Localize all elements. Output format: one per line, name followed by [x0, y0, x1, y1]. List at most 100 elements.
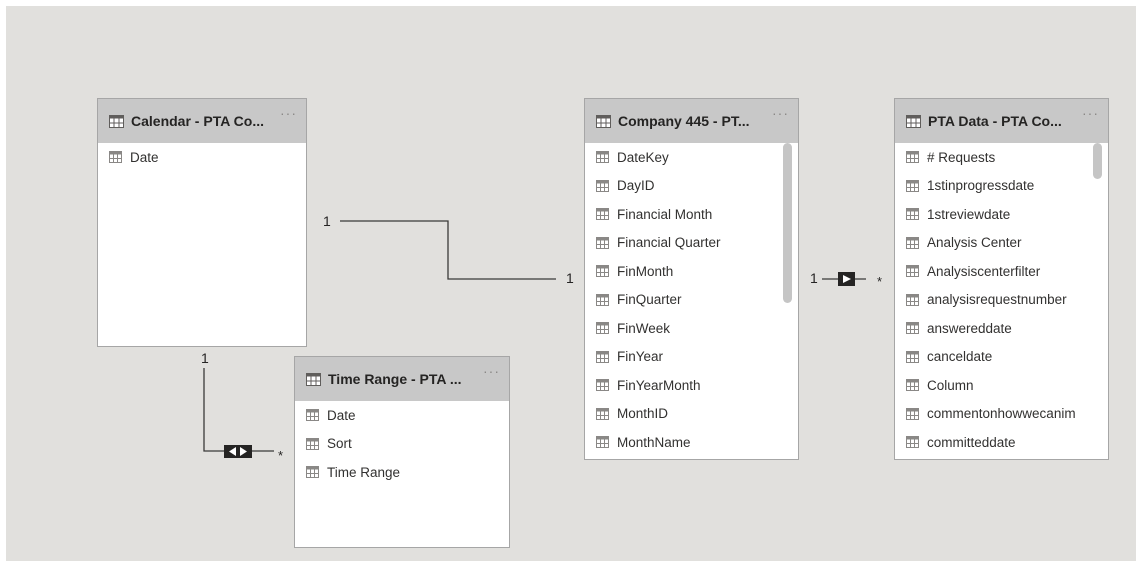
field-row[interactable]: answereddate — [895, 314, 1108, 343]
field-label: 1streviewdate — [927, 206, 1011, 222]
table-card-time-range[interactable]: Time Range - PTA ... ··· Date Sort Time Ra… — [294, 356, 510, 548]
field-icon — [596, 208, 609, 221]
field-label: committeddate — [927, 434, 1016, 450]
field-icon — [306, 466, 319, 479]
field-row[interactable]: Financial Quarter — [585, 229, 798, 258]
field-icon — [906, 179, 919, 192]
table-header[interactable]: PTA Data - PTA Co... ··· — [895, 99, 1108, 143]
field-icon — [596, 179, 609, 192]
cardinality-label: 1 — [201, 350, 209, 366]
table-icon — [109, 114, 124, 128]
field-icon — [906, 379, 919, 392]
table-card-calendar[interactable]: Calendar - PTA Co... ··· Date — [97, 98, 307, 347]
field-row[interactable]: # Requests — [895, 143, 1108, 172]
cardinality-label: 1 — [323, 213, 331, 229]
field-label: MonthName — [617, 434, 691, 450]
field-icon — [306, 437, 319, 450]
field-icon — [596, 379, 609, 392]
scrollbar-thumb[interactable] — [1093, 143, 1102, 179]
field-icon — [596, 407, 609, 420]
field-row[interactable]: DayID — [585, 172, 798, 201]
field-row[interactable]: canceldate — [895, 343, 1108, 372]
cardinality-label: 1 — [566, 270, 574, 286]
field-icon — [596, 293, 609, 306]
field-row[interactable]: Time Range — [295, 458, 509, 487]
field-icon — [906, 265, 919, 278]
field-row[interactable]: MonthID — [585, 400, 798, 429]
table-card-pta-data[interactable]: PTA Data - PTA Co... ··· # Requests 1stin… — [894, 98, 1109, 460]
field-row[interactable]: commentonhowwecanim — [895, 400, 1108, 429]
field-label: Financial Month — [617, 206, 713, 222]
field-row[interactable]: Date — [295, 401, 509, 430]
field-row[interactable]: FinMonth — [585, 257, 798, 286]
scrollbar-thumb[interactable] — [783, 143, 792, 303]
table-title: Calendar - PTA Co... — [131, 113, 265, 129]
field-row[interactable]: Analysiscenterfilter — [895, 257, 1108, 286]
field-row[interactable]: MonthName — [585, 428, 798, 457]
field-row[interactable]: FinYear — [585, 343, 798, 372]
field-label: DateKey — [617, 149, 669, 165]
table-title: Time Range - PTA ... — [328, 371, 462, 387]
field-label: Date — [327, 407, 356, 423]
field-label: FinQuarter — [617, 292, 682, 308]
field-row[interactable]: FinQuarter — [585, 286, 798, 315]
field-icon — [596, 322, 609, 335]
more-options-icon[interactable]: ··· — [280, 106, 297, 120]
more-options-icon[interactable]: ··· — [483, 364, 500, 378]
field-label: Column — [927, 377, 974, 393]
field-icon — [596, 236, 609, 249]
field-row[interactable]: analysisrequestnumber — [895, 286, 1108, 315]
field-icon — [906, 236, 919, 249]
field-label: answereddate — [927, 320, 1012, 336]
field-row[interactable]: Date — [98, 143, 306, 172]
cardinality-label: 1 — [810, 270, 818, 286]
field-label: canceldate — [927, 349, 993, 365]
table-icon — [306, 372, 321, 386]
table-card-company-445[interactable]: Company 445 - PT... ··· DateKey DayID Fina… — [584, 98, 799, 460]
more-options-icon[interactable]: ··· — [1082, 106, 1099, 120]
field-row[interactable]: FinYearMonth — [585, 371, 798, 400]
field-list: Date — [98, 143, 306, 172]
field-label: MonthID — [617, 406, 669, 422]
field-icon — [906, 208, 919, 221]
field-list: # Requests 1stinprogressdate 1streviewdate… — [895, 143, 1108, 457]
field-label: FinYearMonth — [617, 377, 701, 393]
field-label: FinYear — [617, 349, 664, 365]
field-row[interactable]: 1streviewdate — [895, 200, 1108, 229]
field-label: Time Range — [327, 464, 401, 480]
field-list: Date Sort Time Range — [295, 401, 509, 487]
table-icon — [906, 114, 921, 128]
field-icon — [906, 293, 919, 306]
field-label: FinMonth — [617, 263, 674, 279]
field-row[interactable]: Financial Month — [585, 200, 798, 229]
field-row[interactable]: DateKey — [585, 143, 798, 172]
field-icon — [906, 151, 919, 164]
field-icon — [596, 151, 609, 164]
field-icon — [906, 350, 919, 363]
field-row[interactable]: Analysis Center — [895, 229, 1108, 258]
field-label: Financial Quarter — [617, 235, 721, 251]
field-row[interactable]: committeddate — [895, 428, 1108, 457]
field-icon — [109, 151, 122, 164]
field-label: # Requests — [927, 149, 996, 165]
field-label: Date — [130, 149, 159, 165]
field-label: analysisrequestnumber — [927, 292, 1067, 308]
more-options-icon[interactable]: ··· — [772, 106, 789, 120]
cardinality-label: * — [278, 448, 284, 463]
field-row[interactable]: Sort — [295, 430, 509, 459]
field-icon — [596, 436, 609, 449]
field-icon — [906, 436, 919, 449]
field-icon — [906, 322, 919, 335]
field-row[interactable]: Column — [895, 371, 1108, 400]
field-row[interactable]: FinWeek — [585, 314, 798, 343]
field-label: Analysiscenterfilter — [927, 263, 1041, 279]
field-icon — [306, 409, 319, 422]
field-label: DayID — [617, 178, 655, 194]
table-title: PTA Data - PTA Co... — [928, 113, 1062, 129]
table-header[interactable]: Company 445 - PT... ··· — [585, 99, 798, 143]
field-label: Analysis Center — [927, 235, 1022, 251]
field-row[interactable]: 1stinprogressdate — [895, 172, 1108, 201]
table-header[interactable]: Calendar - PTA Co... ··· — [98, 99, 306, 143]
field-icon — [906, 407, 919, 420]
table-header[interactable]: Time Range - PTA ... ··· — [295, 357, 509, 401]
